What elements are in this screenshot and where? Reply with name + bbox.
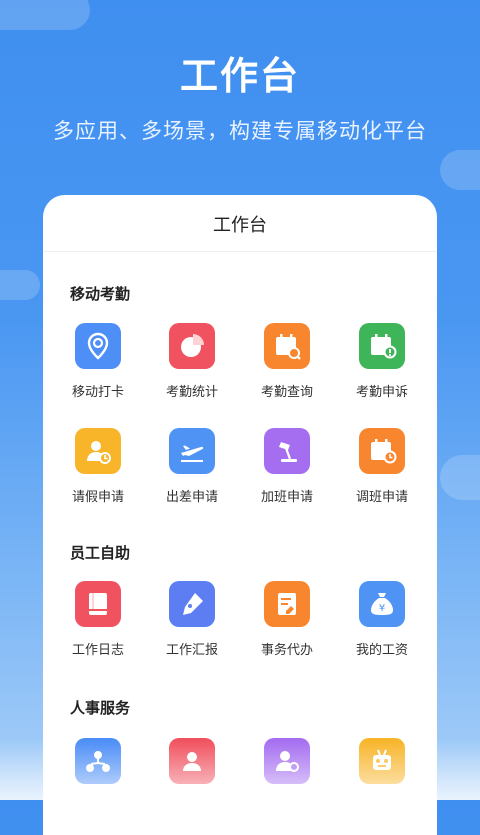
hero-title: 工作台: [179, 54, 300, 98]
app-label: 考勤申诉: [355, 385, 408, 400]
pie-chart-icon: [169, 323, 215, 369]
app-attendance-query[interactable]: 考勤查询: [237, 323, 337, 400]
app-pending-tasks[interactable]: 事务代办: [237, 581, 337, 658]
bottom-fade-overlay: [0, 740, 480, 800]
app-shift-change[interactable]: 调班申请: [332, 428, 432, 505]
app-label: 我的工资: [355, 643, 408, 658]
app-leave-request[interactable]: 请假申请: [48, 428, 148, 505]
workbench-card: 工作台 移动考勤 移动打卡 考勤统计 考勤查询 考勤申诉 请假申请 出差申请 加…: [43, 195, 437, 835]
desk-lamp-icon: [264, 428, 310, 474]
hero-subtitle: 多应用、多场景，构建专属移动化平台: [53, 119, 427, 143]
svg-text:¥: ¥: [379, 603, 385, 614]
app-label: 请假申请: [71, 490, 124, 505]
pen-icon: [169, 581, 215, 627]
section-title-attendance: 移动考勤: [70, 285, 131, 303]
app-overtime-request[interactable]: 加班申请: [237, 428, 337, 505]
app-label: 考勤统计: [165, 385, 218, 400]
book-icon: [75, 581, 121, 627]
app-label: 工作日志: [71, 643, 124, 658]
card-title: 工作台: [43, 195, 437, 252]
cloud-decoration: [440, 150, 480, 190]
calendar-alert-icon: [359, 323, 405, 369]
app-label: 事务代办: [260, 643, 313, 658]
app-label: 加班申请: [260, 490, 313, 505]
app-label: 考勤查询: [260, 385, 313, 400]
app-work-report[interactable]: 工作汇报: [142, 581, 242, 658]
app-label: 调班申请: [355, 490, 408, 505]
app-attendance-appeal[interactable]: 考勤申诉: [332, 323, 432, 400]
cloud-decoration: [0, 0, 90, 30]
app-label: 工作汇报: [165, 643, 218, 658]
cloud-decoration: [440, 455, 480, 500]
cloud-decoration: [0, 270, 40, 300]
section-title-self-service: 员工自助: [70, 544, 131, 562]
calendar-search-icon: [264, 323, 310, 369]
airplane-icon: [169, 428, 215, 474]
document-edit-icon: [264, 581, 310, 627]
user-clock-icon: [75, 428, 121, 474]
app-my-salary[interactable]: ¥ 我的工资: [332, 581, 432, 658]
app-business-trip[interactable]: 出差申请: [142, 428, 242, 505]
app-mobile-clock-in[interactable]: 移动打卡: [48, 323, 148, 400]
money-bag-icon: ¥: [359, 581, 405, 627]
app-label: 移动打卡: [71, 385, 124, 400]
app-label: 出差申请: [165, 490, 218, 505]
app-attendance-stats[interactable]: 考勤统计: [142, 323, 242, 400]
section-title-hr-service: 人事服务: [70, 699, 131, 717]
app-work-log[interactable]: 工作日志: [48, 581, 148, 658]
location-pin-icon: [75, 323, 121, 369]
calendar-clock-icon: [359, 428, 405, 474]
